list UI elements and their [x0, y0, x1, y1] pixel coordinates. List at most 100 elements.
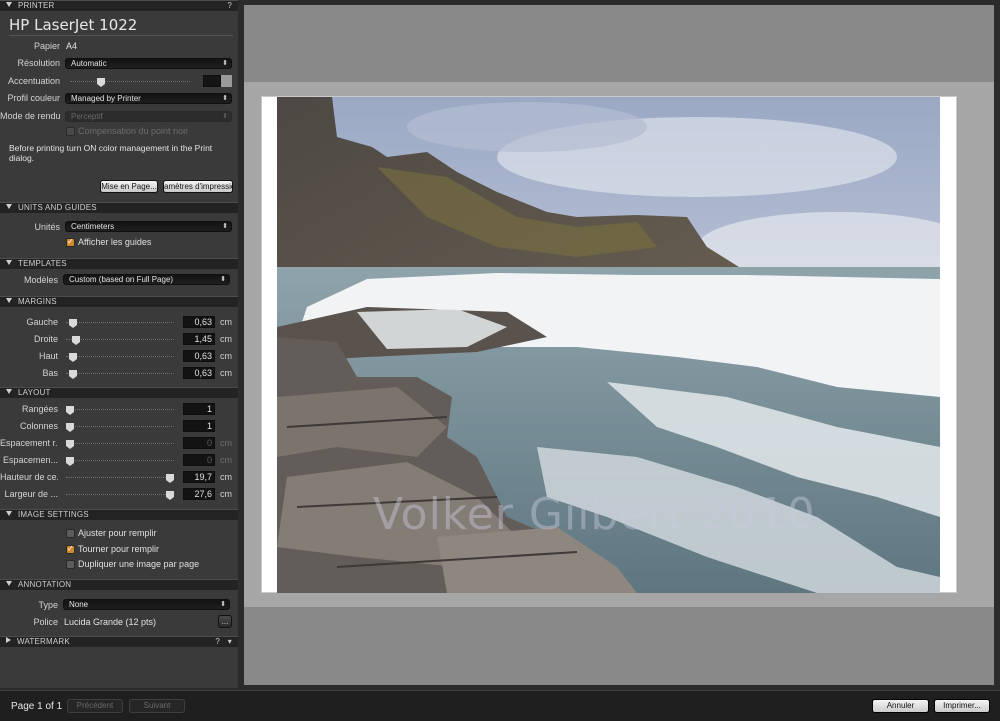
duplicate-label: Dupliquer une image par page [78, 559, 200, 569]
black-point-checkbox[interactable] [66, 127, 75, 136]
help-icon[interactable]: ? [227, 1, 232, 11]
resolution-label: Résolution [17, 58, 60, 68]
margins-slider[interactable] [66, 370, 174, 379]
slider-knob[interactable] [69, 370, 77, 379]
print-settings-button[interactable]: amètres d'impressio [163, 180, 233, 193]
fit-label: Ajuster pour remplir [78, 528, 157, 538]
fit-checkbox[interactable] [66, 529, 75, 538]
section-header-margins[interactable]: MARGINS [0, 296, 238, 307]
disclosure-triangle-icon [6, 204, 12, 209]
chevron-down-icon[interactable]: ▾ [228, 637, 232, 647]
rotate-label: Tourner pour remplir [78, 544, 160, 554]
layout-slider[interactable] [66, 474, 174, 483]
updown-arrows-icon: ⬍ [222, 60, 228, 67]
print-button[interactable]: Imprimer... [934, 699, 990, 713]
show-guides-label: Afficher les guides [78, 237, 152, 247]
cancel-button[interactable]: Annuler [872, 699, 929, 713]
page-setup-button[interactable]: Mise en Page... [100, 180, 158, 193]
layout-value-field[interactable]: 27,6 [183, 488, 215, 500]
layout-slider[interactable] [66, 457, 174, 466]
slider-knob[interactable] [66, 423, 74, 432]
margins-unit-label: cm [220, 334, 232, 344]
margins-slider[interactable] [66, 336, 174, 345]
margins-slider[interactable] [66, 319, 174, 328]
layout-slider[interactable] [66, 423, 174, 432]
section-header-watermark[interactable]: WATERMARK ? ▾ [0, 636, 238, 647]
slider-knob[interactable] [166, 474, 174, 483]
color-management-note: Before printing turn ON color management… [9, 143, 213, 163]
layout-value-field[interactable]: 1 [183, 403, 215, 415]
layout-row-label: Espacemen... [2, 455, 58, 465]
color-profile-label: Profil couleur [7, 93, 60, 103]
annotation-type-select[interactable]: None ⬍ [63, 599, 230, 610]
slider-knob[interactable] [97, 78, 105, 87]
page-indicator: Page 1 of 1 [11, 701, 63, 712]
disclosure-triangle-icon [6, 2, 12, 7]
paper-value: A4 [66, 41, 78, 51]
section-header-annotation[interactable]: ANNOTATION [0, 579, 238, 590]
layout-row-label: Largeur de ... [4, 489, 58, 499]
slider-knob[interactable] [166, 491, 174, 500]
updown-arrows-icon: ⬍ [222, 223, 228, 230]
section-header-printer[interactable]: PRINTER ? [0, 0, 238, 11]
slider-knob[interactable] [69, 319, 77, 328]
preview-photo-waterfall[interactable]: Volker Gilbert 2010 [277, 97, 940, 593]
section-header-layout[interactable]: LAYOUT [0, 387, 238, 398]
layout-slider[interactable] [66, 491, 174, 500]
updown-arrows-icon: ⬍ [222, 95, 228, 102]
print-preview-area: Volker Gilbert 2010 [244, 5, 994, 685]
disclosure-triangle-icon [6, 260, 12, 265]
slider-knob[interactable] [66, 406, 74, 415]
show-guides-checkbox[interactable] [66, 237, 75, 247]
updown-arrows-icon: ⬍ [222, 113, 228, 120]
help-icon[interactable]: ? [215, 637, 220, 647]
slider-knob[interactable] [72, 336, 80, 345]
disclosure-triangle-icon [6, 511, 12, 516]
slider-knob[interactable] [66, 457, 74, 466]
sharpen-stepper[interactable] [221, 75, 232, 87]
margins-row-label: Gauche [26, 317, 58, 327]
layout-slider[interactable] [66, 406, 174, 415]
rotate-checkbox[interactable] [66, 544, 75, 554]
layout-value-field[interactable]: 0 [183, 437, 215, 449]
slider-knob[interactable] [69, 353, 77, 362]
layout-unit-label: cm [220, 455, 232, 465]
layout-row-label: Espacement r... [0, 438, 58, 448]
margins-row-label: Bas [42, 368, 58, 378]
units-select[interactable]: Centimeters ⬍ [65, 221, 232, 232]
disclosure-triangle-icon [6, 389, 12, 394]
render-mode-select[interactable]: Perceptif ⬍ [65, 111, 232, 122]
previous-page-button[interactable]: Précédent [67, 699, 123, 713]
section-header-units[interactable]: UNITS AND GUIDES [0, 202, 238, 213]
font-label: Police [33, 617, 58, 627]
disclosure-triangle-icon [6, 298, 12, 303]
margins-value-field[interactable]: 0,63 [183, 350, 215, 362]
section-header-image-settings[interactable]: IMAGE SETTINGS [0, 509, 238, 520]
resolution-select[interactable]: Automatic ⬍ [65, 58, 232, 69]
margins-row-label: Haut [38, 351, 58, 361]
margins-value-field[interactable]: 0,63 [183, 316, 215, 328]
layout-row-label: Colonnes [19, 421, 58, 431]
black-point-label: Compensation du point noir [78, 126, 189, 136]
render-mode-label: Mode de rendu [0, 111, 60, 121]
layout-value-field[interactable]: 19,7 [183, 471, 215, 483]
layout-row-label: Rangées [21, 404, 58, 414]
font-picker-button[interactable]: ... [218, 615, 232, 628]
layout-value-field[interactable]: 1 [183, 420, 215, 432]
section-header-templates[interactable]: TEMPLATES [0, 258, 238, 269]
layout-value-field[interactable]: 0 [183, 454, 215, 466]
sharpen-slider[interactable] [70, 78, 190, 87]
color-profile-select[interactable]: Managed by Printer ⬍ [65, 93, 232, 104]
margins-value-field[interactable]: 1,45 [183, 333, 215, 345]
slider-knob[interactable] [66, 440, 74, 449]
layout-slider[interactable] [66, 440, 174, 449]
sharpen-value-box[interactable] [203, 75, 221, 87]
sharpen-label: Accentuation [7, 76, 60, 86]
duplicate-checkbox[interactable] [66, 560, 75, 569]
margins-slider[interactable] [66, 353, 174, 362]
disclosure-triangle-icon [6, 637, 11, 643]
margins-unit-label: cm [220, 351, 232, 361]
next-page-button[interactable]: Suivant [129, 699, 185, 713]
margins-value-field[interactable]: 0,63 [183, 367, 215, 379]
models-select[interactable]: Custom (based on Full Page) ⬍ [63, 274, 230, 285]
